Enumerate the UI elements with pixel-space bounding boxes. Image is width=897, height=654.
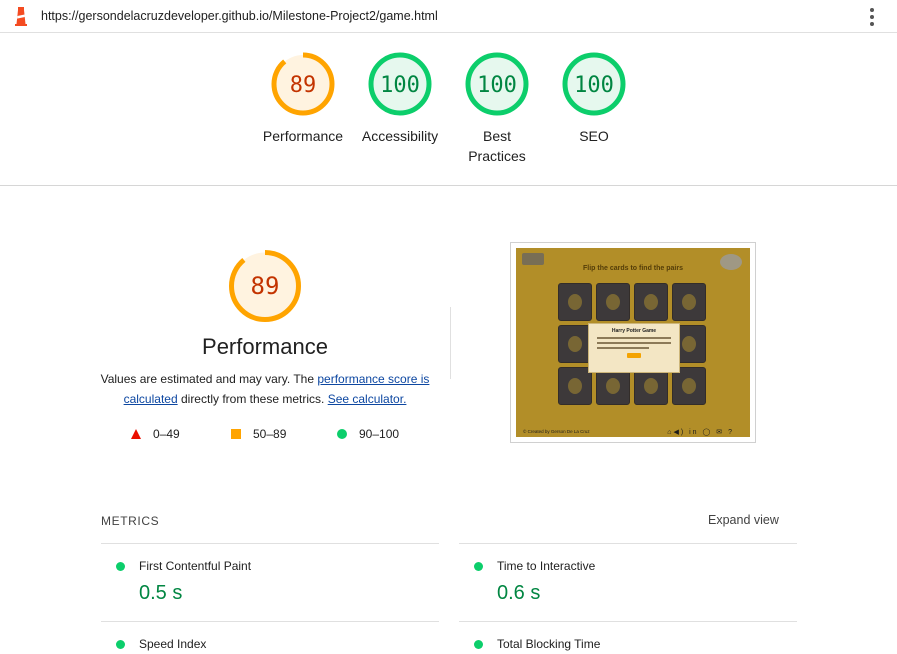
circle-icon [337, 429, 347, 439]
gauge-ring: 100 [562, 52, 626, 116]
pass-circle-icon [116, 640, 125, 649]
performance-description: Values are estimated and may vary. The p… [98, 369, 432, 409]
pass-circle-icon [474, 640, 483, 649]
page-screenshot-thumbnail[interactable]: Flip the cards to find the pairs Harry P… [510, 242, 756, 443]
metric-name: Speed Index [139, 637, 207, 651]
metric-name: Total Blocking Time [497, 637, 601, 651]
metric-name: Time to Interactive [497, 559, 596, 573]
performance-score: 89 [251, 272, 280, 300]
gauge-ring: 100 [368, 52, 432, 116]
gauge-performance[interactable]: 89 Performance [253, 51, 353, 146]
modal-text-line [597, 337, 671, 339]
performance-gauge: 89 [229, 250, 301, 322]
gauge-best-practices[interactable]: 100 Best Practices [447, 51, 547, 166]
lighthouse-icon [15, 7, 27, 26]
modal-text-line [597, 347, 649, 349]
gauge-score: 100 [477, 73, 517, 98]
gauge-label: Best Practices [468, 128, 526, 164]
gauge-score: 100 [574, 73, 614, 98]
section-divider [450, 307, 451, 379]
modal-title: Harry Potter Game [611, 328, 657, 334]
metric-fcp: First Contentful Paint 0.5 s [101, 543, 439, 621]
metric-value: 0.5 s [139, 582, 183, 604]
metric-tti: Time to Interactive 0.6 s [459, 543, 797, 621]
url-bar: https://gersondelacruzdeveloper.github.i… [0, 0, 897, 33]
legend-pass: 90–100 [337, 427, 399, 441]
modal-button [627, 353, 641, 358]
performance-title: Performance [202, 334, 328, 359]
legend-average: 50–89 [231, 427, 286, 441]
thumbnail-footer: © Created by Gerson De La Cruz [523, 429, 590, 434]
score-summary: 89 Performance 100 Accessibility 100 Bes… [0, 33, 897, 186]
more-options-icon[interactable] [866, 8, 878, 26]
metrics-heading: METRICS [101, 514, 160, 528]
modal-text-line [597, 342, 671, 344]
screenshot-image: Flip the cards to find the pairs Harry P… [516, 248, 750, 437]
see-calculator-link[interactable]: See calculator. [328, 392, 407, 406]
gauge-accessibility[interactable]: 100 Accessibility [350, 51, 450, 146]
thumbnail-icons: ⌂◀) in ◯ ✉ ? [667, 429, 734, 436]
gauge-ring: 100 [465, 52, 529, 116]
legend-range: 50–89 [253, 427, 287, 441]
metric-speed-index: Speed Index [101, 621, 439, 654]
pass-circle-icon [116, 562, 125, 571]
gauge-score: 100 [380, 73, 420, 98]
legend-range: 90–100 [359, 427, 400, 441]
pass-circle-icon [474, 562, 483, 571]
gauge-score: 89 [290, 73, 317, 98]
gauge-label: Accessibility [361, 128, 439, 144]
thumbnail-modal: Harry Potter Game [588, 323, 680, 373]
gauge-ring: 89 [271, 52, 335, 116]
square-icon [231, 429, 241, 439]
legend-fail: 0–49 [131, 427, 180, 441]
metric-name: First Contentful Paint [139, 559, 252, 573]
gauge-label: Performance [262, 128, 344, 144]
gauge-seo[interactable]: 100 SEO [544, 51, 644, 146]
metric-value: 0.6 s [497, 582, 541, 604]
triangle-icon [131, 429, 141, 439]
expand-view-button[interactable]: Expand view [708, 513, 779, 527]
gauge-label: SEO [579, 128, 609, 144]
page-url: https://gersondelacruzdeveloper.github.i… [41, 9, 438, 23]
desc-text: Values are estimated and may vary. The [100, 372, 318, 386]
legend-range: 0–49 [153, 427, 180, 441]
metric-tbt: Total Blocking Time [459, 621, 797, 654]
desc-text: directly from these metrics. [177, 392, 328, 406]
